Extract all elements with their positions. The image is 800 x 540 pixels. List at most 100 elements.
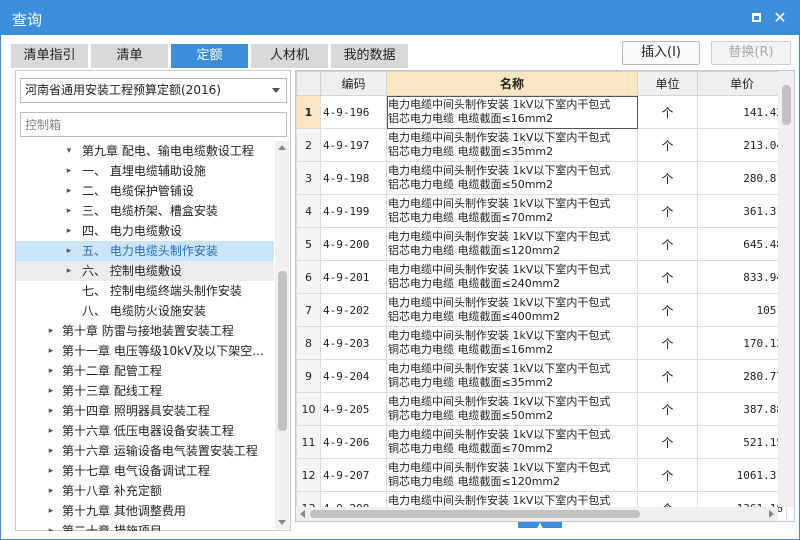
scroll-up-icon[interactable] — [278, 145, 286, 150]
table-row[interactable]: 12 4-9-207 电力电缆中间头制作安装 1kV以下室内干包式 铜芯电力电缆 电缆… — [296, 458, 787, 492]
tree-item[interactable]: ▸ 第十八章 补充定额 — [16, 481, 274, 501]
tab-list[interactable]: 清单 — [91, 44, 168, 68]
quota-code-cell[interactable]: 4-9-206 — [320, 425, 387, 459]
unit-cell[interactable]: 个 — [637, 128, 698, 162]
row-number[interactable]: 9 — [296, 359, 321, 393]
tree-scrollbar-thumb[interactable] — [278, 271, 287, 431]
collapsed-arrow-icon[interactable]: ▸ — [46, 441, 56, 461]
tree-item[interactable]: ▸ 第二十章 措施项目 — [16, 521, 274, 531]
close-icon[interactable]: ✕ — [771, 9, 789, 27]
collapsed-arrow-icon[interactable]: ▸ — [46, 401, 56, 421]
quota-code-cell[interactable]: 4-9-205 — [320, 392, 387, 426]
grid-vertical-scrollbar[interactable] — [778, 71, 794, 507]
quota-code-cell[interactable]: 4-9-198 — [320, 161, 387, 195]
scroll-left-icon[interactable] — [300, 510, 305, 518]
tree-item[interactable]: 七、 控制电缆终端头制作安装 — [16, 281, 274, 301]
replace-button[interactable]: 替换(R) — [711, 41, 791, 65]
quota-code-cell[interactable]: 4-9-197 — [320, 128, 387, 162]
collapsed-arrow-icon[interactable]: ▸ — [46, 321, 56, 341]
quota-code-cell[interactable]: 4-9-207 — [320, 458, 387, 492]
scroll-down-icon[interactable] — [278, 520, 286, 525]
quota-name-cell[interactable]: 电力电缆中间头制作安装 1kV以下室内干包式 铝芯电力电缆 电缆截面≤400mm2 — [386, 293, 638, 327]
quota-name-cell[interactable]: 电力电缆中间头制作安装 1kV以下室内干包式 铝芯电力电缆 电缆截面≤50mm2 — [386, 161, 638, 195]
table-row[interactable]: 9 4-9-204 电力电缆中间头制作安装 1kV以下室内干包式 铜芯电力电缆 电缆截… — [296, 359, 787, 393]
unit-price-cell[interactable]: 280.81 — [697, 161, 787, 195]
tree-item[interactable]: ▸ 第十九章 其他调整费用 — [16, 501, 274, 521]
tree-item[interactable]: ▸ 第十三章 配线工程 — [16, 381, 274, 401]
tree-scrollbar[interactable] — [275, 141, 289, 529]
unit-cell[interactable]: 个 — [637, 458, 698, 492]
collapsed-arrow-icon[interactable]: ▸ — [46, 481, 56, 501]
unit-cell[interactable]: 个 — [637, 326, 698, 360]
maximize-icon[interactable] — [747, 9, 765, 27]
quota-name-cell[interactable]: 电力电缆中间头制作安装 1kV以下室内干包式 铜芯电力电缆 电缆截面≤35mm2 — [386, 359, 638, 393]
quota-name-cell[interactable]: 电力电缆中间头制作安装 1kV以下室内干包式 铜芯电力电缆 电缆截面≤50mm2 — [386, 392, 638, 426]
tree-item[interactable]: ▾ 第九章 配电、输电电缆敷设工程 — [16, 141, 274, 161]
unit-price-cell[interactable]: 1051 — [697, 293, 787, 327]
unit-cell[interactable]: 个 — [637, 194, 698, 228]
quota-code-cell[interactable]: 4-9-200 — [320, 227, 387, 261]
row-number[interactable]: 7 — [296, 293, 321, 327]
table-row[interactable]: 5 4-9-200 电力电缆中间头制作安装 1kV以下室内干包式 铝芯电力电缆 电缆截… — [296, 227, 787, 261]
quota-code-cell[interactable]: 4-9-199 — [320, 194, 387, 228]
tree-item[interactable]: ▸ 第十七章 电气设备调试工程 — [16, 461, 274, 481]
search-input[interactable] — [20, 112, 287, 137]
table-row[interactable]: 11 4-9-206 电力电缆中间头制作安装 1kV以下室内干包式 铜芯电力电缆 电缆… — [296, 425, 787, 459]
row-number[interactable]: 6 — [296, 260, 321, 294]
unit-cell[interactable]: 个 — [637, 161, 698, 195]
tree-item[interactable]: ▸ 三、 电缆桥架、槽盒安装 — [16, 201, 274, 221]
tree-item[interactable]: ▸ 五、 电力电缆头制作安装 — [16, 241, 274, 261]
unit-cell[interactable]: 个 — [637, 227, 698, 261]
unit-cell[interactable]: 个 — [637, 260, 698, 294]
panel-splitter-handle[interactable]: ▲ — [518, 522, 562, 529]
row-number[interactable]: 8 — [296, 326, 321, 360]
unit-cell[interactable]: 个 — [637, 359, 698, 393]
table-row[interactable]: 7 4-9-202 电力电缆中间头制作安装 1kV以下室内干包式 铝芯电力电缆 电缆截… — [296, 293, 787, 327]
table-row[interactable]: 1 4-9-196 电力电缆中间头制作安装 1kV以下室内干包式 铝芯电力电缆 电缆截… — [296, 95, 787, 129]
unit-price-cell[interactable]: 141.42 — [697, 95, 787, 129]
tree-item[interactable]: ▸ 四、 电力电缆敷设 — [16, 221, 274, 241]
collapsed-arrow-icon[interactable]: ▸ — [64, 241, 74, 261]
unit-price-cell[interactable]: 521.15 — [697, 425, 787, 459]
scroll-right-icon[interactable] — [769, 510, 774, 518]
unit-cell[interactable]: 个 — [637, 293, 698, 327]
row-number[interactable]: 11 — [296, 425, 321, 459]
table-row[interactable]: 4 4-9-199 电力电缆中间头制作安装 1kV以下室内干包式 铝芯电力电缆 电缆截… — [296, 194, 787, 228]
collapsed-arrow-icon[interactable]: ▸ — [64, 261, 74, 281]
grid-horizontal-scrollbar[interactable] — [296, 507, 778, 521]
collapsed-arrow-icon[interactable]: ▸ — [46, 341, 56, 361]
unit-price-cell[interactable]: 280.77 — [697, 359, 787, 393]
unit-price-cell[interactable]: 170.12 — [697, 326, 787, 360]
quota-name-cell[interactable]: 电力电缆中间头制作安装 1kV以下室内干包式 铝芯电力电缆 电缆截面≤120mm2 — [386, 227, 638, 261]
unit-price-cell[interactable]: 1061.31 — [697, 458, 787, 492]
collapsed-arrow-icon[interactable]: ▸ — [64, 161, 74, 181]
unit-cell[interactable]: 个 — [637, 392, 698, 426]
row-number[interactable]: 2 — [296, 128, 321, 162]
quota-library-select[interactable]: 河南省通用安装工程预算定额(2016) — [20, 78, 287, 103]
table-row[interactable]: 6 4-9-201 电力电缆中间头制作安装 1kV以下室内干包式 铝芯电力电缆 电缆截… — [296, 260, 787, 294]
grid-vertical-scrollbar-thumb[interactable] — [782, 85, 791, 125]
row-number[interactable]: 5 — [296, 227, 321, 261]
quota-code-cell[interactable]: 4-9-202 — [320, 293, 387, 327]
unit-price-cell[interactable]: 387.88 — [697, 392, 787, 426]
quota-name-cell[interactable]: 电力电缆中间头制作安装 1kV以下室内干包式 铜芯电力电缆 电缆截面≤16mm2 — [386, 326, 638, 360]
quota-code-cell[interactable]: 4-9-204 — [320, 359, 387, 393]
quota-code-cell[interactable]: 4-9-203 — [320, 326, 387, 360]
unit-cell[interactable]: 个 — [637, 95, 698, 129]
tree-item[interactable]: ▸ 第十一章 电压等级10kV及以下架空... — [16, 341, 274, 361]
row-number[interactable]: 3 — [296, 161, 321, 195]
header-unit[interactable]: 单位 — [637, 71, 698, 96]
unit-cell[interactable]: 个 — [637, 425, 698, 459]
collapsed-arrow-icon[interactable]: ▸ — [46, 421, 56, 441]
unit-price-cell[interactable]: 361.31 — [697, 194, 787, 228]
quota-name-cell[interactable]: 电力电缆中间头制作安装 1kV以下室内干包式 铝芯电力电缆 电缆截面≤16mm2 — [386, 95, 638, 129]
expanded-arrow-icon[interactable]: ▾ — [64, 141, 74, 161]
row-number[interactable]: 12 — [296, 458, 321, 492]
quota-name-cell[interactable]: 电力电缆中间头制作安装 1kV以下室内干包式 铝芯电力电缆 电缆截面≤35mm2 — [386, 128, 638, 162]
tree-item[interactable]: ▸ 六、 控制电缆敷设 — [16, 261, 274, 281]
table-row[interactable]: 10 4-9-205 电力电缆中间头制作安装 1kV以下室内干包式 铜芯电力电缆 电缆… — [296, 392, 787, 426]
tree-item[interactable]: ▸ 第十六章 低压电器设备安装工程 — [16, 421, 274, 441]
tab-quota[interactable]: 定额 — [171, 44, 248, 68]
tree-item[interactable]: ▸ 一、 直埋电缆辅助设施 — [16, 161, 274, 181]
title-bar[interactable]: 查询 ✕ — [1, 1, 799, 35]
